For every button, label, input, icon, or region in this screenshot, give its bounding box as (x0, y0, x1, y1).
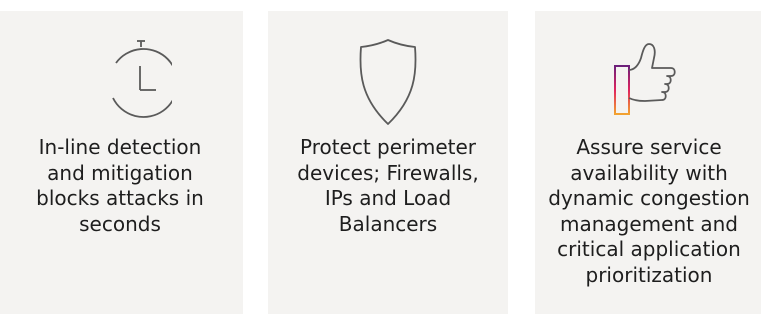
feature-line: availability with (570, 160, 728, 185)
feature-line: IPs and Load (324, 186, 452, 211)
feature-text-protect: Protect perimeter devices; Firewalls, IP… (268, 135, 508, 237)
feature-line: blocks attacks in (36, 186, 204, 211)
feature-text-detection: In-line detection and mitigation blocks … (0, 135, 240, 237)
feature-text-assure: Assure service availability with dynamic… (535, 135, 761, 289)
feature-card-assure: Assure service availability with dynamic… (535, 11, 761, 314)
feature-card-protect: Protect perimeter devices; Firewalls, IP… (268, 11, 508, 314)
feature-row: In-line detection and mitigation blocks … (0, 0, 761, 325)
shield-icon (268, 38, 508, 128)
feature-line: management and (560, 211, 738, 236)
feature-line: Balancers (338, 211, 438, 236)
feature-line: dynamic congestion (548, 186, 750, 211)
feature-line: seconds (79, 211, 161, 236)
feature-card-detection: In-line detection and mitigation blocks … (0, 11, 243, 314)
feature-line: Protect perimeter (299, 135, 476, 159)
stopwatch-icon (0, 38, 243, 128)
feature-line: critical application (557, 237, 741, 262)
feature-line: Assure service (576, 135, 722, 159)
feature-line: and mitigation (47, 160, 193, 185)
feature-line: prioritization (585, 262, 713, 287)
feature-line: In-line detection (38, 135, 202, 159)
thumbs-up-icon (535, 38, 761, 128)
feature-line: devices; Firewalls, (297, 160, 479, 185)
